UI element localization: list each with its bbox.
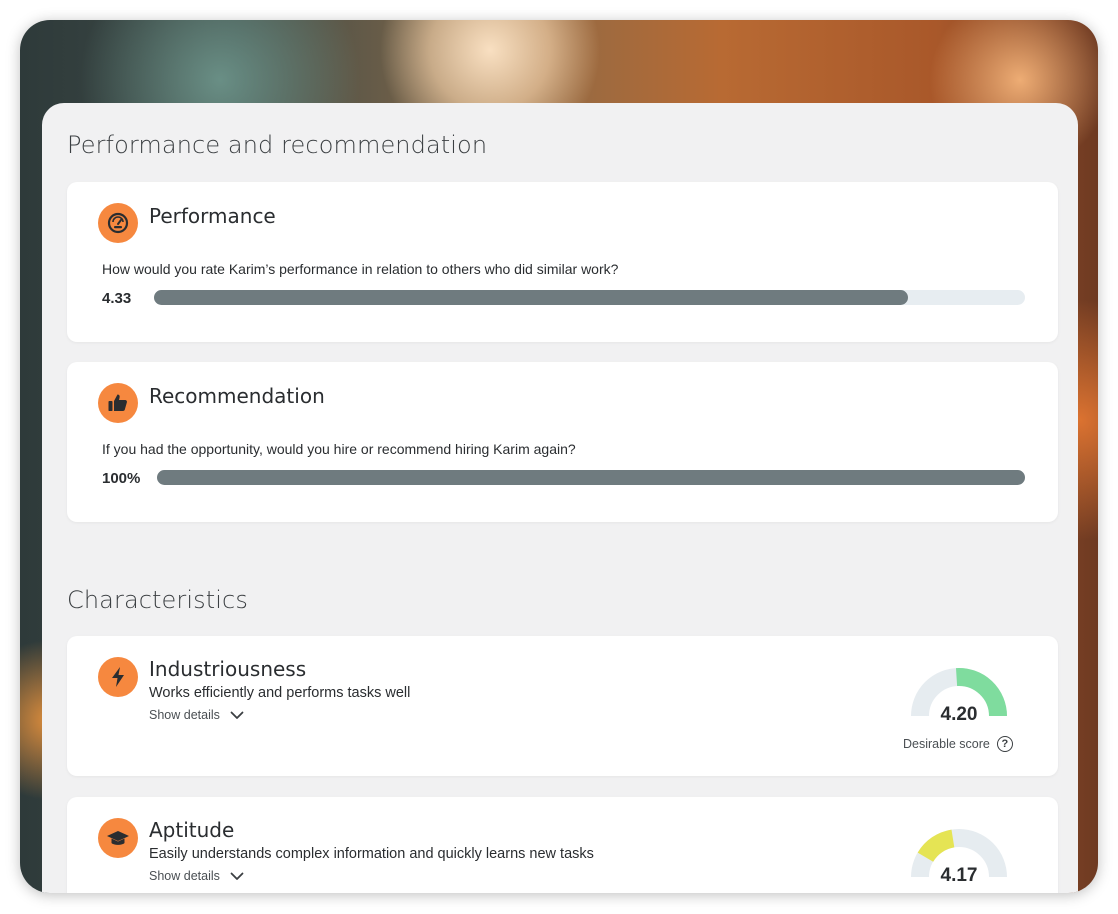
recommendation-question: If you had the opportunity, would you hi… bbox=[102, 441, 576, 457]
performance-bar-track bbox=[154, 290, 1025, 305]
recommendation-bar-fill bbox=[157, 470, 1025, 485]
recommendation-value: 100% bbox=[102, 470, 141, 487]
characteristic-description: Easily understands complex information a… bbox=[149, 846, 594, 862]
show-details-toggle[interactable]: Show details bbox=[149, 708, 244, 722]
characteristic-title: Aptitude bbox=[149, 818, 235, 842]
performance-title: Performance bbox=[149, 204, 276, 228]
performance-card: Performance How would you rate Karim’s p… bbox=[67, 182, 1058, 342]
desirable-score-caption: Desirable score ? bbox=[903, 736, 1013, 752]
content-panel: Performance and recommendation Performan… bbox=[42, 103, 1078, 893]
section-title-performance: Performance and recommendation bbox=[67, 131, 488, 159]
lightning-bolt-icon bbox=[98, 657, 138, 697]
graduation-cap-icon bbox=[98, 818, 138, 858]
score-value: 4.17 bbox=[940, 865, 978, 886]
performance-question: How would you rate Karim’s performance i… bbox=[102, 261, 619, 277]
show-details-label: Show details bbox=[149, 869, 220, 883]
characteristic-title: Industriousness bbox=[149, 657, 307, 681]
chevron-down-icon bbox=[230, 872, 244, 880]
performance-bar-fill bbox=[154, 290, 909, 305]
characteristic-description: Works efficiently and performs tasks wel… bbox=[149, 685, 411, 701]
desirable-score-label: Desirable score bbox=[903, 737, 990, 751]
recommendation-card: Recommendation If you had the opportunit… bbox=[67, 362, 1058, 522]
score-gauge: 4.17 bbox=[899, 827, 1019, 893]
characteristic-card-industriousness: Industriousness Works efficiently and pe… bbox=[67, 636, 1058, 776]
screenshot-frame: Performance and recommendation Performan… bbox=[20, 20, 1098, 893]
thumbs-up-icon bbox=[98, 383, 138, 423]
recommendation-bar-track bbox=[157, 470, 1025, 485]
score-gauge: 4.20 bbox=[899, 666, 1019, 746]
gauge-face-icon bbox=[98, 203, 138, 243]
chevron-down-icon bbox=[230, 711, 244, 719]
section-title-characteristics: Characteristics bbox=[67, 586, 248, 614]
show-details-toggle[interactable]: Show details bbox=[149, 869, 244, 883]
characteristic-card-aptitude: Aptitude Easily understands complex info… bbox=[67, 797, 1058, 893]
help-icon[interactable]: ? bbox=[996, 736, 1013, 752]
recommendation-title: Recommendation bbox=[149, 384, 325, 408]
show-details-label: Show details bbox=[149, 708, 220, 722]
score-value: 4.20 bbox=[940, 704, 978, 725]
performance-value: 4.33 bbox=[102, 290, 132, 307]
